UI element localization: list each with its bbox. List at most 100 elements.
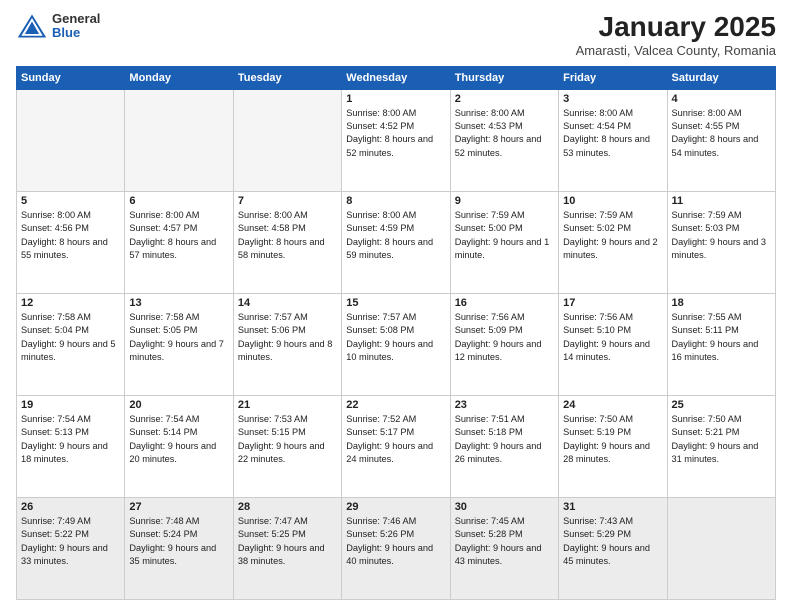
calendar-cell: 16 Sunrise: 7:56 AM Sunset: 5:09 PM Dayli… (450, 293, 558, 395)
day-info: Sunrise: 8:00 AM Sunset: 4:58 PM Dayligh… (238, 209, 337, 262)
calendar-cell: 15Sunrise: 7:57 AM Sunset: 5:08 PM Dayli… (342, 293, 450, 395)
day-number: 25 (672, 399, 771, 411)
week-row-1: 1 Sunrise: 8:00 AM Sunset: 4:52 PM Daylig… (17, 89, 776, 191)
day-info: Sunrise: 7:48 AM Sunset: 5:24 PM Dayligh… (129, 515, 228, 568)
day-info: Sunrise: 8:00 AM Sunset: 4:56 PM Dayligh… (21, 209, 120, 262)
week-row-4: 19 Sunrise: 7:54 AM Sunset: 5:13 PM Dayli… (17, 395, 776, 497)
day-info: Sunrise: 7:58 AM Sunset: 5:05 PM Dayligh… (129, 311, 228, 364)
day-number: 29 (346, 501, 445, 513)
calendar-cell: 2Sunrise: 8:00 AM Sunset: 4:53 PM Daylig… (450, 89, 558, 191)
day-info: Sunrise: 7:54 AM Sunset: 5:14 PM Dayligh… (129, 413, 228, 466)
calendar-cell: 9Sunrise: 7:59 AM Sunset: 5:00 PM Daylig… (450, 191, 558, 293)
calendar-cell: 5 Sunrise: 8:00 AM Sunset: 4:56 PM Daylig… (17, 191, 125, 293)
day-info: Sunrise: 7:49 AM Sunset: 5:22 PM Dayligh… (21, 515, 120, 568)
day-number: 31 (563, 501, 662, 513)
day-number: 19 (21, 399, 120, 411)
page: General Blue January 2025 Amarasti, Valc… (0, 0, 792, 612)
day-number: 11 (672, 195, 771, 207)
calendar-cell: 8Sunrise: 8:00 AM Sunset: 4:59 PM Daylig… (342, 191, 450, 293)
logo-blue: Blue (52, 26, 100, 40)
week-row-3: 12 Sunrise: 7:58 AM Sunset: 5:04 PM Dayli… (17, 293, 776, 395)
calendar-cell: 18 Sunrise: 7:55 AM Sunset: 5:11 PM Dayli… (667, 293, 775, 395)
calendar-table: SundayMondayTuesdayWednesdayThursdayFrid… (16, 66, 776, 600)
day-number: 28 (238, 501, 337, 513)
day-info: Sunrise: 8:00 AM Sunset: 4:57 PM Dayligh… (129, 209, 228, 262)
calendar-cell: 30 Sunrise: 7:45 AM Sunset: 5:28 PM Dayli… (450, 497, 558, 599)
day-info: Sunrise: 7:54 AM Sunset: 5:13 PM Dayligh… (21, 413, 120, 466)
day-info: Sunrise: 8:00 AM Sunset: 4:54 PM Dayligh… (563, 107, 662, 160)
day-number: 18 (672, 297, 771, 309)
weekday-header-thursday: Thursday (450, 66, 558, 89)
header: General Blue January 2025 Amarasti, Valc… (16, 12, 776, 58)
day-info: Sunrise: 7:43 AM Sunset: 5:29 PM Dayligh… (563, 515, 662, 568)
calendar-cell: 6 Sunrise: 8:00 AM Sunset: 4:57 PM Daylig… (125, 191, 233, 293)
day-info: Sunrise: 8:00 AM Sunset: 4:53 PM Dayligh… (455, 107, 554, 160)
day-info: Sunrise: 7:57 AM Sunset: 5:06 PM Dayligh… (238, 311, 337, 364)
day-info: Sunrise: 7:51 AM Sunset: 5:18 PM Dayligh… (455, 413, 554, 466)
calendar-cell: 26 Sunrise: 7:49 AM Sunset: 5:22 PM Dayli… (17, 497, 125, 599)
calendar-cell: 27 Sunrise: 7:48 AM Sunset: 5:24 PM Dayli… (125, 497, 233, 599)
day-info: Sunrise: 8:00 AM Sunset: 4:55 PM Dayligh… (672, 107, 771, 160)
day-number: 26 (21, 501, 120, 513)
day-number: 21 (238, 399, 337, 411)
day-info: Sunrise: 7:58 AM Sunset: 5:04 PM Dayligh… (21, 311, 120, 364)
day-info: Sunrise: 7:50 AM Sunset: 5:21 PM Dayligh… (672, 413, 771, 466)
week-row-2: 5 Sunrise: 8:00 AM Sunset: 4:56 PM Daylig… (17, 191, 776, 293)
day-number: 7 (238, 195, 337, 207)
day-number: 23 (455, 399, 554, 411)
calendar-cell: 24Sunrise: 7:50 AM Sunset: 5:19 PM Dayli… (559, 395, 667, 497)
day-number: 27 (129, 501, 228, 513)
calendar-cell: 12 Sunrise: 7:58 AM Sunset: 5:04 PM Dayli… (17, 293, 125, 395)
day-info: Sunrise: 7:53 AM Sunset: 5:15 PM Dayligh… (238, 413, 337, 466)
weekday-header-saturday: Saturday (667, 66, 775, 89)
day-info: Sunrise: 7:59 AM Sunset: 5:03 PM Dayligh… (672, 209, 771, 262)
calendar-cell: 1 Sunrise: 8:00 AM Sunset: 4:52 PM Daylig… (342, 89, 450, 191)
day-info: Sunrise: 8:00 AM Sunset: 4:52 PM Dayligh… (346, 107, 445, 160)
logo-general: General (52, 12, 100, 26)
weekday-header-wednesday: Wednesday (342, 66, 450, 89)
calendar-cell: 3 Sunrise: 8:00 AM Sunset: 4:54 PM Daylig… (559, 89, 667, 191)
day-info: Sunrise: 7:59 AM Sunset: 5:02 PM Dayligh… (563, 209, 662, 262)
weekday-header-tuesday: Tuesday (233, 66, 341, 89)
calendar-cell: 11 Sunrise: 7:59 AM Sunset: 5:03 PM Dayli… (667, 191, 775, 293)
calendar-cell: 28Sunrise: 7:47 AM Sunset: 5:25 PM Dayli… (233, 497, 341, 599)
calendar-cell (125, 89, 233, 191)
day-number: 3 (563, 93, 662, 105)
day-info: Sunrise: 7:56 AM Sunset: 5:10 PM Dayligh… (563, 311, 662, 364)
calendar-cell: 19 Sunrise: 7:54 AM Sunset: 5:13 PM Dayli… (17, 395, 125, 497)
day-info: Sunrise: 7:56 AM Sunset: 5:09 PM Dayligh… (455, 311, 554, 364)
calendar-cell (667, 497, 775, 599)
day-info: Sunrise: 7:52 AM Sunset: 5:17 PM Dayligh… (346, 413, 445, 466)
day-number: 6 (129, 195, 228, 207)
calendar-cell: 25 Sunrise: 7:50 AM Sunset: 5:21 PM Dayli… (667, 395, 775, 497)
day-number: 14 (238, 297, 337, 309)
day-number: 5 (21, 195, 120, 207)
month-title: January 2025 (576, 12, 776, 43)
weekday-header-friday: Friday (559, 66, 667, 89)
day-number: 17 (563, 297, 662, 309)
day-number: 15 (346, 297, 445, 309)
day-number: 13 (129, 297, 228, 309)
calendar-cell: 14 Sunrise: 7:57 AM Sunset: 5:06 PM Dayli… (233, 293, 341, 395)
calendar-cell: 21 Sunrise: 7:53 AM Sunset: 5:15 PM Dayli… (233, 395, 341, 497)
weekday-header-row: SundayMondayTuesdayWednesdayThursdayFrid… (17, 66, 776, 89)
day-info: Sunrise: 7:45 AM Sunset: 5:28 PM Dayligh… (455, 515, 554, 568)
day-number: 4 (672, 93, 771, 105)
location: Amarasti, Valcea County, Romania (576, 43, 776, 58)
day-number: 1 (346, 93, 445, 105)
day-number: 16 (455, 297, 554, 309)
title-block: January 2025 Amarasti, Valcea County, Ro… (576, 12, 776, 58)
calendar-cell: 31 Sunrise: 7:43 AM Sunset: 5:29 PM Dayli… (559, 497, 667, 599)
logo-text: General Blue (52, 12, 100, 41)
day-number: 10 (563, 195, 662, 207)
day-info: Sunrise: 7:50 AM Sunset: 5:19 PM Dayligh… (563, 413, 662, 466)
day-number: 30 (455, 501, 554, 513)
calendar-cell (233, 89, 341, 191)
calendar-cell: 29Sunrise: 7:46 AM Sunset: 5:26 PM Dayli… (342, 497, 450, 599)
weekday-header-sunday: Sunday (17, 66, 125, 89)
day-info: Sunrise: 7:55 AM Sunset: 5:11 PM Dayligh… (672, 311, 771, 364)
day-number: 20 (129, 399, 228, 411)
weekday-header-monday: Monday (125, 66, 233, 89)
calendar-cell: 20 Sunrise: 7:54 AM Sunset: 5:14 PM Dayli… (125, 395, 233, 497)
day-number: 12 (21, 297, 120, 309)
